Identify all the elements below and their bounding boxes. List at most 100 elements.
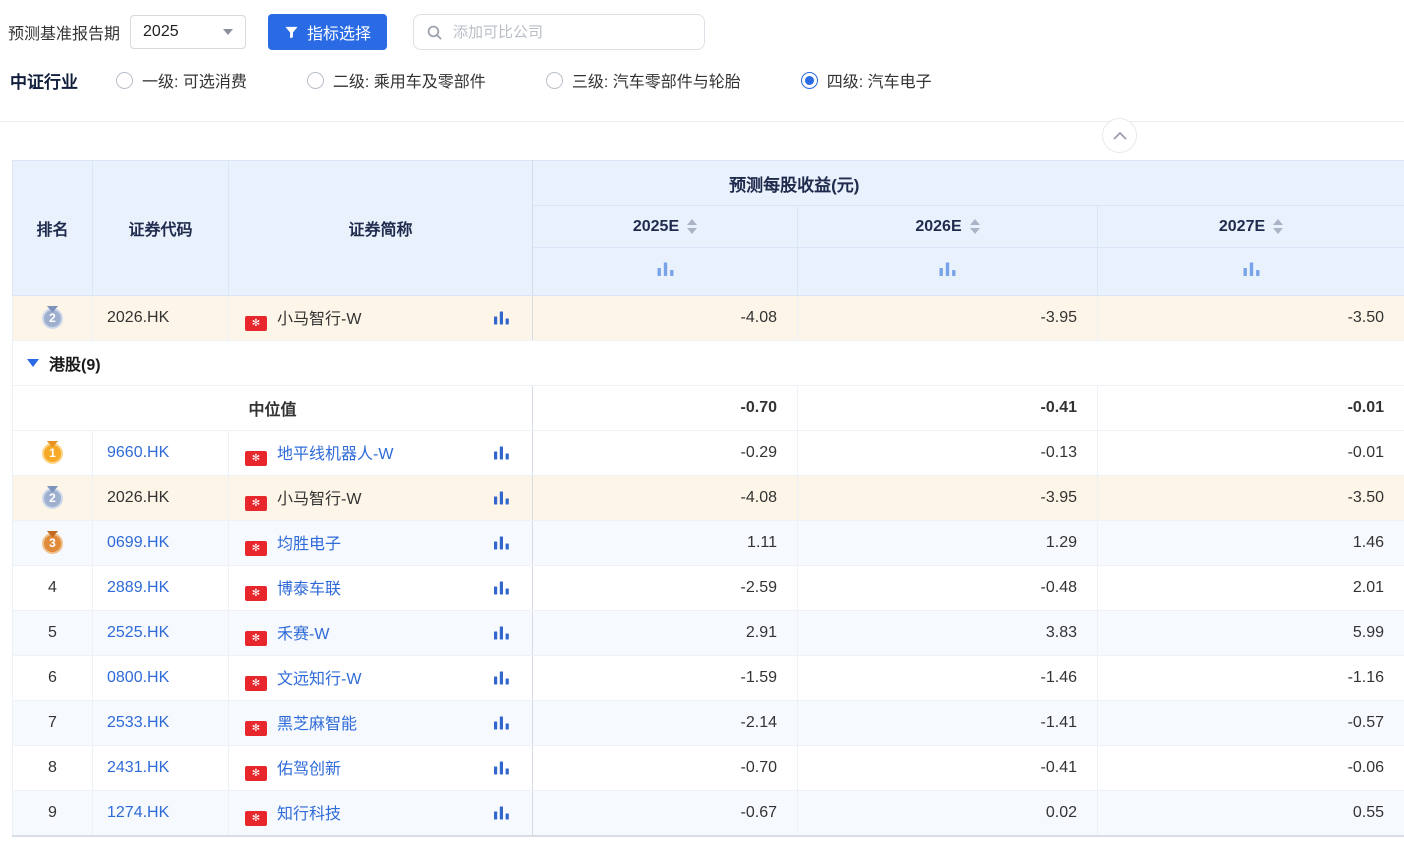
group-cell: 港股(9) [11, 340, 1404, 386]
rank-cell: 8 [12, 745, 93, 791]
eps-value-cell: 0.55 [1096, 790, 1404, 836]
row-chart-icon[interactable] [493, 491, 510, 506]
stock-name-link[interactable]: 文远知行-W [277, 671, 361, 688]
industry-option-4[interactable]: 四级: 汽车电子 [800, 68, 932, 92]
eps-value-cell: -2.14 [532, 700, 798, 746]
group-label: 港股(9) [49, 357, 101, 374]
row-chart-icon[interactable] [493, 311, 510, 326]
name-cell: ✻ 佑驾创新 [228, 745, 533, 791]
radio-icon[interactable] [306, 71, 324, 89]
hk-flag-icon: ✻ [245, 496, 267, 511]
column-chart-icon[interactable] [656, 261, 675, 277]
header-2027e[interactable]: 2027E [1096, 205, 1404, 248]
industry-option-3[interactable]: 三级: 汽车零部件与轮胎 [545, 68, 741, 92]
stock-code-link[interactable]: 0699.HK [107, 534, 169, 551]
chevron-up-icon [1112, 131, 1127, 140]
collapse-panel-button[interactable] [1102, 118, 1137, 153]
rank-cell: 1 [12, 430, 93, 476]
radio-icon[interactable] [800, 71, 818, 89]
rank-cell: 3 [12, 520, 93, 566]
median-value-cell: -0.41 [797, 385, 1098, 431]
eps-value-cell: -0.01 [1096, 430, 1404, 476]
sort-2026e-icon[interactable] [969, 218, 980, 234]
header-name: 证券简称 [228, 160, 533, 296]
indicator-select-button[interactable]: 指标选择 [268, 14, 388, 50]
median-row: 中位值 -0.70 -0.41 -0.01 [12, 385, 1404, 431]
collapse-triangle-icon[interactable] [27, 359, 39, 367]
stock-code-link[interactable]: 0800.HK [107, 669, 169, 686]
industry-option-2[interactable]: 二级: 乘用车及零部件 [306, 68, 486, 92]
row-chart-icon[interactable] [493, 581, 510, 596]
row-chart-icon[interactable] [493, 671, 510, 686]
row-chart-icon[interactable] [493, 626, 510, 641]
stock-name-link[interactable]: 禾赛-W [277, 626, 329, 643]
hk-flag-icon: ✻ [245, 810, 267, 826]
header-rank: 排名 [12, 160, 93, 296]
code-cell: 2026.HK [92, 295, 229, 341]
stock-code: 2026.HK [107, 309, 170, 326]
eps-value-cell: -0.41 [797, 745, 1098, 791]
stock-code-link[interactable]: 2533.HK [107, 714, 169, 731]
stock-name-link[interactable]: 知行科技 [277, 806, 341, 823]
eps-value-cell: -0.06 [1096, 745, 1404, 791]
row-chart-icon[interactable] [493, 761, 510, 776]
search-box[interactable] [413, 14, 706, 50]
code-cell: 2533.HK [92, 700, 229, 746]
column-chart-icon[interactable] [1242, 261, 1261, 277]
stock-name-link[interactable]: 佑驾创新 [277, 761, 341, 778]
stock-name-link[interactable]: 博泰车联 [277, 581, 341, 598]
stock-name-link[interactable]: 黑芝麻智能 [277, 716, 357, 733]
stock-code-link[interactable]: 2431.HK [107, 759, 169, 776]
period-value: 2025 [143, 23, 179, 40]
eps-value-cell: -3.50 [1096, 475, 1404, 521]
hk-flag-icon: ✻ [245, 676, 267, 691]
name-cell: ✻ 小马智行-W [228, 295, 533, 341]
report-period-label: 预测基准报告期 [8, 26, 121, 43]
industry-filter: 中证行业 一级: 可选消费 二级: 乘用车及零部件 三级: 汽车零部件与轮胎 四级: … [0, 50, 1404, 94]
eps-value-cell: -1.46 [797, 655, 1098, 701]
row-chart-icon[interactable] [493, 716, 510, 731]
eps-value-cell: -2.59 [532, 565, 798, 611]
industry-option-1[interactable]: 一级: 可选消费 [116, 68, 247, 92]
rank-number: 9 [48, 803, 57, 821]
stock-name: 小马智行-W [277, 311, 362, 328]
table-row: 5 2525.HK ✻ 禾赛-W 2.91 3.83 5.99 [12, 610, 1404, 656]
header-2025e[interactable]: 2025E [532, 205, 798, 248]
table-row: 3 0699.HK ✻ 均胜电子 1.11 1.29 1.46 [12, 520, 1404, 566]
rank-cell: 7 [12, 700, 93, 746]
median-value-cell: -0.01 [1096, 385, 1404, 431]
row-chart-icon[interactable] [493, 446, 510, 461]
radio-icon[interactable] [545, 71, 563, 89]
code-cell: 9660.HK [92, 430, 229, 476]
group-row[interactable]: 港股(9) [11, 340, 1404, 386]
eps-value-cell: 2.01 [1096, 565, 1404, 611]
sort-2027e-icon[interactable] [1273, 218, 1284, 234]
radio-icon[interactable] [116, 71, 133, 89]
hk-flag-icon: ✻ [245, 586, 267, 601]
name-cell: ✻ 知行科技 [228, 790, 533, 836]
rank-medal-bronze-icon: 3 [42, 532, 63, 554]
stock-name-link[interactable]: 地平线机器人-W [277, 446, 393, 463]
header-2026e[interactable]: 2026E [797, 205, 1098, 248]
sort-2025e-icon[interactable] [687, 218, 698, 234]
industry-option-label: 四级: 汽车电子 [826, 74, 932, 91]
stock-code-link[interactable]: 1274.HK [107, 804, 169, 821]
stock-code-link[interactable]: 2889.HK [107, 579, 169, 596]
hk-flag-icon: ✻ [245, 631, 267, 646]
stock-code-link[interactable]: 2525.HK [107, 624, 169, 641]
name-cell: ✻ 均胜电子 [228, 520, 533, 566]
eps-value-cell: 1.11 [532, 520, 798, 566]
code-cell: 2889.HK [92, 565, 229, 611]
toolbar: 预测基准报告期 2025 指标选择 [0, 0, 1404, 50]
stock-name: 小马智行-W [277, 491, 362, 508]
stock-code-link[interactable]: 9660.HK [107, 444, 169, 461]
row-chart-icon[interactable] [493, 805, 510, 820]
rank-cell: 6 [12, 655, 93, 701]
period-select[interactable]: 2025 [130, 15, 247, 49]
row-chart-icon[interactable] [493, 536, 510, 551]
eps-value-cell: -0.48 [797, 565, 1098, 611]
column-chart-icon[interactable] [938, 261, 957, 277]
stock-name-link[interactable]: 均胜电子 [277, 536, 341, 553]
hk-flag-icon: ✻ [245, 316, 267, 331]
search-input[interactable] [451, 22, 693, 42]
